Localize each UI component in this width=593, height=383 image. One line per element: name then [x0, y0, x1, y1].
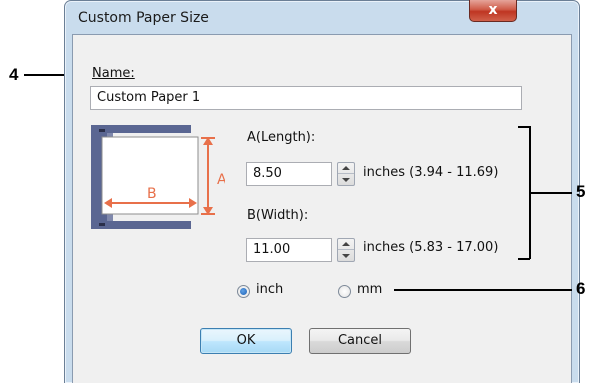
- length-spinner[interactable]: [337, 162, 355, 186]
- callout-4: 4: [9, 65, 19, 84]
- name-field[interactable]: Custom Paper 1: [90, 86, 522, 110]
- callout-5: 5: [576, 182, 586, 201]
- width-range: inches (5.83 - 17.00): [363, 240, 499, 255]
- callout-6: 6: [576, 279, 586, 298]
- mm-radio-label[interactable]: mm: [357, 282, 382, 297]
- chevron-up-icon: [342, 242, 350, 246]
- width-label: B(Width):: [247, 208, 309, 223]
- mm-radio[interactable]: [338, 285, 351, 298]
- callout-5-line: [530, 192, 572, 194]
- chevron-up-icon: [342, 166, 350, 170]
- printer-tray-bottom: [91, 221, 191, 229]
- callout-5-bracket-bottom: [518, 258, 530, 260]
- label-b: B: [147, 186, 157, 202]
- paper-size-diagram: A B: [91, 125, 225, 229]
- close-button[interactable]: x: [469, 0, 517, 22]
- inch-radio-label[interactable]: inch: [256, 282, 283, 297]
- length-increment-button[interactable]: [338, 163, 354, 174]
- ok-button[interactable]: OK: [200, 328, 292, 354]
- length-range: inches (3.94 - 11.69): [363, 165, 499, 180]
- window-title: Custom Paper Size: [78, 10, 209, 26]
- title-bar[interactable]: Custom Paper Size x: [65, 0, 579, 35]
- name-label-text: Name:: [92, 66, 135, 81]
- chevron-down-icon: [342, 253, 350, 258]
- dialog-body: Name: Custom Paper 1 A B A(Length): 8.50: [72, 34, 572, 383]
- width-decrement-button[interactable]: [338, 250, 354, 261]
- printer-tray-top: [91, 125, 191, 133]
- cancel-button[interactable]: Cancel: [309, 328, 411, 354]
- close-icon: x: [488, 2, 498, 18]
- length-decrement-button[interactable]: [338, 174, 354, 185]
- chevron-down-icon: [342, 177, 350, 182]
- custom-paper-size-dialog: Custom Paper Size x Name: Custom Paper 1: [64, 0, 580, 383]
- width-spinner[interactable]: [337, 238, 355, 262]
- length-label: A(Length):: [247, 130, 316, 145]
- length-input[interactable]: 8.50: [246, 162, 332, 186]
- callout-6-line: [394, 289, 572, 291]
- label-a: A: [217, 172, 225, 188]
- inch-radio[interactable]: [237, 285, 250, 298]
- name-label: Name:: [92, 66, 135, 81]
- width-increment-button[interactable]: [338, 239, 354, 250]
- width-input[interactable]: 11.00: [246, 238, 332, 262]
- callout-5-bracket-top: [518, 126, 530, 128]
